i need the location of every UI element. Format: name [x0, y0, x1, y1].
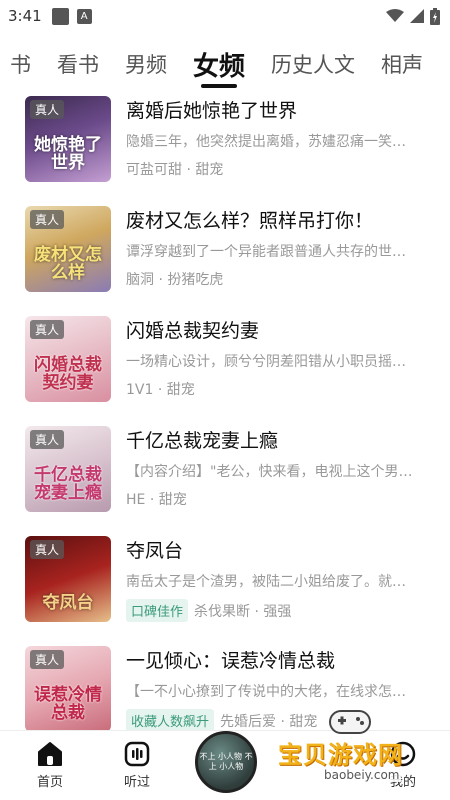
cover-title: 废材又怎么样	[34, 245, 102, 283]
book-cover[interactable]: 真人 她惊艳了世界	[25, 96, 111, 182]
book-item[interactable]: 真人 千亿总裁宠妻上瘾 千亿总裁宠妻上瘾 【内容介绍】"老公，快来看，电视上这个…	[0, 420, 450, 530]
cover-title: 夺凤台	[42, 593, 94, 613]
badge-favorites-rising: 收藏人数飙升	[126, 709, 215, 730]
status-icons	[386, 7, 440, 25]
cover-title: 她惊艳了世界	[34, 135, 102, 173]
cover-tag: 真人	[30, 540, 65, 559]
book-item[interactable]: 真人 废材又怎么样 废材又怎么样？照样吊打你！ 谭浮穿越到了一个异能者跟普通人共…	[0, 200, 450, 310]
watermark-title: 宝贝游戏网	[278, 741, 403, 769]
book-title[interactable]: 一见倾心：误惹冷情总裁	[126, 646, 426, 673]
nav-listened-label: 听过	[123, 775, 150, 790]
tab-female[interactable]: 女频	[193, 46, 245, 88]
home-icon	[38, 742, 62, 766]
book-title[interactable]: 千亿总裁宠妻上瘾	[126, 426, 426, 453]
category-tabs: 书 看书 男频 女频 历史人文 相声	[0, 38, 450, 90]
notification-square-icon	[51, 7, 69, 25]
nav-home-label: 首页	[36, 775, 63, 790]
nav-listened[interactable]: 听过	[102, 741, 172, 790]
book-labels: 可盐可甜 · 甜宠	[126, 162, 224, 178]
listened-icon	[124, 741, 150, 767]
status-bar: 3:41 A	[0, 0, 450, 32]
cover-tag: 真人	[30, 210, 65, 229]
book-title[interactable]: 夺凤台	[126, 536, 426, 563]
battery-icon	[430, 7, 440, 25]
cover-tag: 真人	[30, 320, 65, 339]
book-item[interactable]: 真人 夺凤台 夺凤台 南岳太子是个渣男，被陆二小姐给废了。就… 口碑佳作 杀伐果…	[0, 530, 450, 640]
tab-history[interactable]: 历史人文	[271, 49, 355, 79]
cover-title: 闪婚总裁契约妻	[34, 355, 102, 393]
disc-text: 不上 小人物 不上 小人物	[199, 752, 253, 771]
cover-tag: 真人	[30, 430, 65, 449]
cover-tag: 真人	[30, 650, 65, 669]
gamepad-icon	[329, 710, 371, 734]
watermark: 宝贝游戏网 baobeiy.com	[278, 705, 448, 797]
book-cover[interactable]: 真人 废材又怎么样	[25, 206, 111, 292]
badge-reputation: 口碑佳作	[126, 599, 189, 622]
signal-icon	[410, 9, 424, 23]
book-item[interactable]: 真人 她惊艳了世界 离婚后她惊艳了世界 隐婚三年，他突然提出离婚，苏嫿忍痛一笑……	[0, 90, 450, 200]
book-item[interactable]: 真人 闪婚总裁契约妻 闪婚总裁契约妻 一场精心设计，顾兮兮阴差阳错从小职员摇… …	[0, 310, 450, 420]
cover-title: 误惹冷情总裁	[34, 685, 102, 723]
book-cover[interactable]: 真人 闪婚总裁契约妻	[25, 316, 111, 402]
book-cover[interactable]: 真人 夺凤台	[25, 536, 111, 622]
book-description: 南岳太子是个渣男，被陆二小姐给废了。就…	[126, 574, 406, 590]
wifi-icon	[386, 9, 404, 22]
book-description: 【一不小心撩到了传说中的大佬，在线求怎…	[126, 684, 406, 700]
book-cover[interactable]: 真人 误惹冷情总裁	[25, 646, 111, 730]
book-labels: HE · 甜宠	[126, 492, 187, 508]
book-description: 谭浮穿越到了一个异能者跟普通人共存的世…	[126, 244, 406, 260]
book-cover[interactable]: 真人 千亿总裁宠妻上瘾	[25, 426, 111, 512]
book-list: 真人 她惊艳了世界 离婚后她惊艳了世界 隐婚三年，他突然提出离婚，苏嫿忍痛一笑……	[0, 90, 450, 730]
tab-read[interactable]: 看书	[57, 49, 99, 79]
book-title[interactable]: 离婚后她惊艳了世界	[126, 96, 426, 123]
book-description: 【内容介绍】"老公，快来看，电视上这个男…	[126, 464, 413, 480]
tab-male[interactable]: 男频	[125, 49, 167, 79]
tab-book[interactable]: 书	[10, 49, 31, 79]
cover-tag: 真人	[30, 100, 65, 119]
book-title[interactable]: 废材又怎么样？照样吊打你！	[126, 206, 426, 233]
book-title[interactable]: 闪婚总裁契约妻	[126, 316, 426, 343]
book-labels: 1V1 · 甜宠	[126, 382, 195, 398]
watermark-url: baobeiy.com	[322, 768, 402, 782]
book-description: 隐婚三年，他突然提出离婚，苏嫿忍痛一笑…	[126, 134, 406, 150]
nav-home[interactable]: 首页	[15, 741, 85, 790]
now-playing-disc[interactable]: 不上 小人物 不上 小人物	[195, 731, 257, 793]
cover-title: 千亿总裁宠妻上瘾	[34, 465, 102, 503]
status-time: 3:41	[8, 7, 42, 25]
book-labels: 脑洞 · 扮猪吃虎	[126, 272, 224, 288]
book-description: 一场精心设计，顾兮兮阴差阳错从小职员摇…	[126, 354, 406, 370]
tab-crosstalk[interactable]: 相声	[381, 49, 423, 79]
notification-a-icon: A	[76, 8, 92, 24]
book-labels: 杀伐果断 · 强强	[194, 603, 292, 620]
